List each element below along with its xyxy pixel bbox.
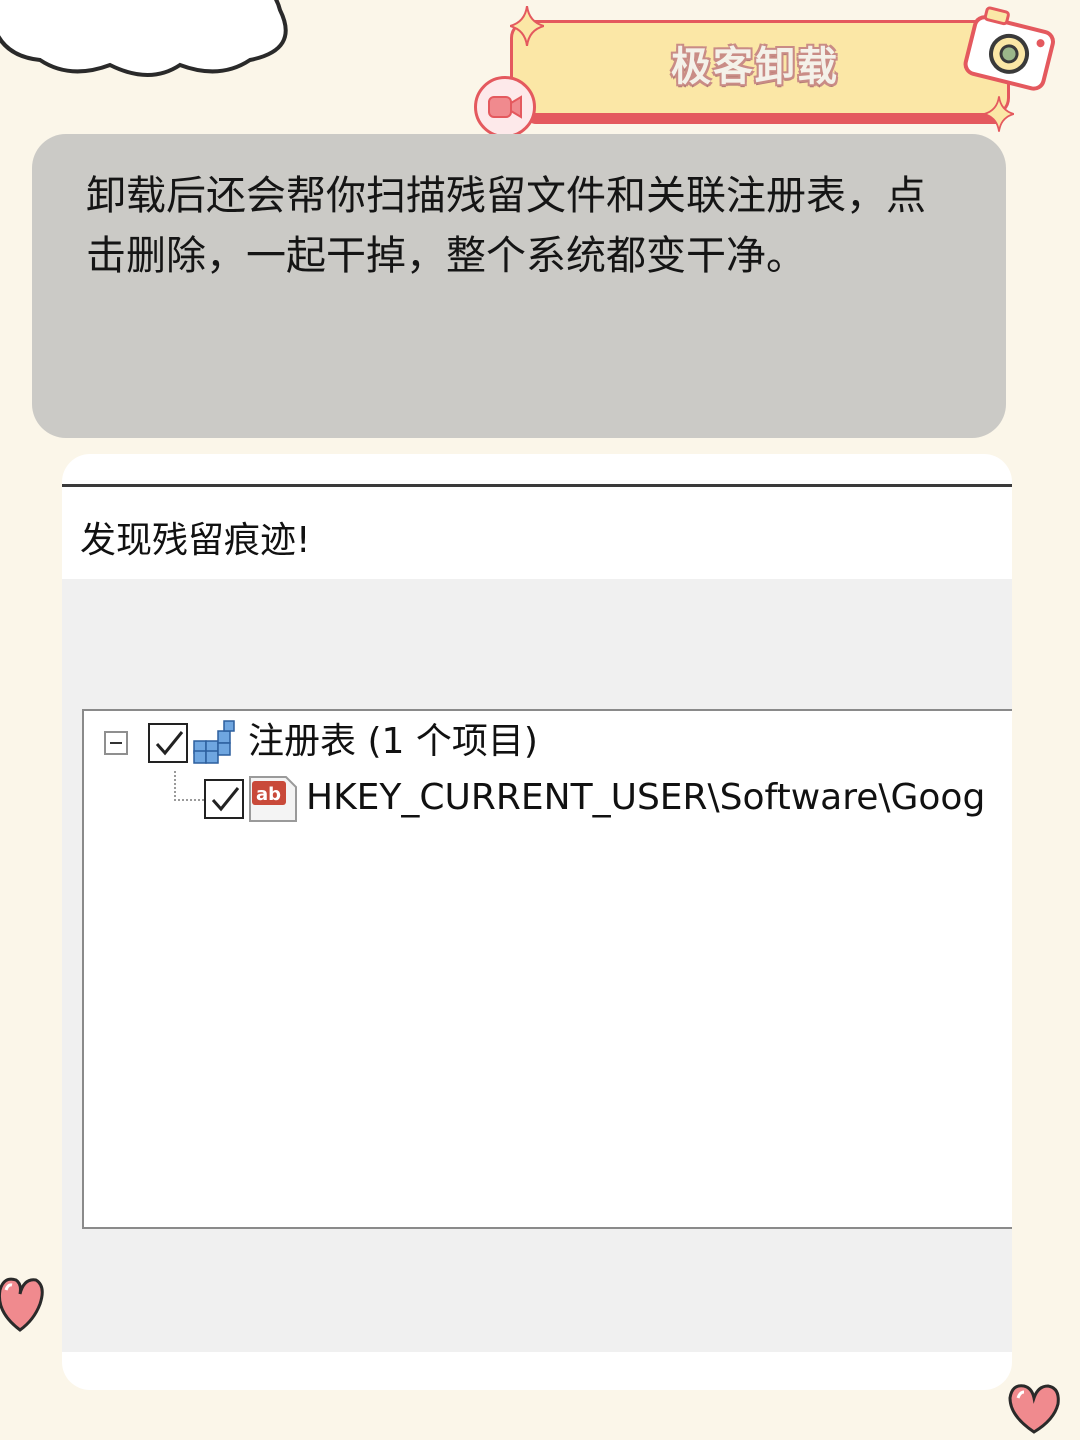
tree-row-registry[interactable]: 注册表 (1 个项目) xyxy=(84,717,1012,767)
registry-icon xyxy=(193,720,235,764)
svg-text:ab: ab xyxy=(256,784,281,805)
camera-icon xyxy=(963,6,1055,91)
dialog-header: 发现残留痕迹! xyxy=(62,487,1012,579)
description-panel: 卸载后还会帮你扫描残留文件和关联注册表，点击删除，一起干掉，整个系统都变干净。 xyxy=(32,134,1006,438)
video-camera-icon xyxy=(474,76,536,138)
registry-group-label: 注册表 (1 个项目) xyxy=(248,721,538,762)
sparkle-icon xyxy=(984,96,1014,132)
heart-icon xyxy=(0,1277,44,1332)
collapse-toggle[interactable] xyxy=(104,731,128,755)
heart-icon xyxy=(1008,1384,1060,1434)
banner-title: 极客卸载 xyxy=(671,44,839,90)
title-banner: 极客卸载 xyxy=(470,0,1060,140)
registry-value-icon: ab xyxy=(249,776,297,822)
tree-row-registry-key[interactable]: ab HKEY_CURRENT_USER\Software\Goog xyxy=(84,773,1012,823)
dialog-title: 发现残留痕迹! xyxy=(80,520,311,561)
description-text: 卸载后还会帮你扫描残留文件和关联注册表，点击删除，一起干掉，整个系统都变干净。 xyxy=(86,173,926,279)
cloud-decoration xyxy=(0,0,288,77)
registry-key-path: HKEY_CURRENT_USER\Software\Goog xyxy=(306,777,986,818)
registry-checkbox[interactable] xyxy=(148,723,188,763)
leftover-dialog: 发现残留痕迹! 注册表 (1 个项目) ab HKEY_CURRENT_USER… xyxy=(62,484,1012,1352)
sparkle-icon xyxy=(510,6,544,46)
registry-key-checkbox[interactable] xyxy=(204,779,244,819)
leftover-tree[interactable]: 注册表 (1 个项目) ab HKEY_CURRENT_USER\Softwar… xyxy=(82,709,1012,1229)
